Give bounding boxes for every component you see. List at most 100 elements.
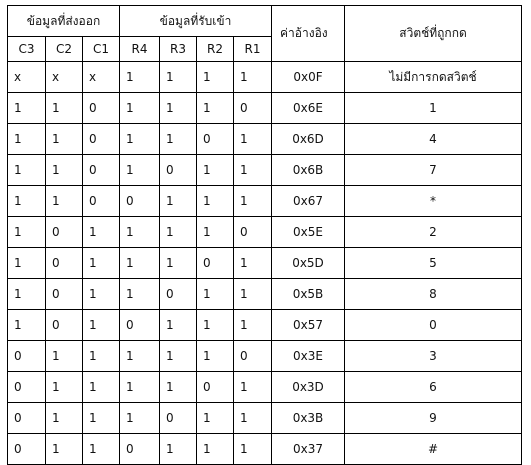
table-row: 0 1 1 1 1 0 1 0x3D 6 xyxy=(7,371,522,403)
cell-switch: 1 xyxy=(344,92,522,124)
cell-r1: 1 xyxy=(233,247,272,279)
cell-reference: 0x6D xyxy=(271,123,345,155)
cell-r2: 1 xyxy=(196,340,234,372)
cell-r2: 1 xyxy=(196,309,234,341)
table-row: 1 1 0 1 0 1 1 0x6B 7 xyxy=(7,154,522,186)
cell-c3: 1 xyxy=(7,247,46,279)
cell-reference: 0x6B xyxy=(271,154,345,186)
cell-reference: 0x3B xyxy=(271,402,345,434)
cell-r1: 0 xyxy=(233,340,272,372)
cell-r2: 1 xyxy=(196,278,234,310)
cell-switch: 8 xyxy=(344,278,522,310)
cell-reference: 0x0F xyxy=(271,61,345,93)
cell-switch: 3 xyxy=(344,340,522,372)
cell-r4: 1 xyxy=(119,247,160,279)
cell-switch: 6 xyxy=(344,371,522,403)
cell-r2: 1 xyxy=(196,185,234,217)
cell-r1: 1 xyxy=(233,402,272,434)
cell-c1: 1 xyxy=(82,402,120,434)
cell-c2: 0 xyxy=(45,247,83,279)
cell-r1: 0 xyxy=(233,92,272,124)
cell-reference: 0x3D xyxy=(271,371,345,403)
table-row: 1 1 0 0 1 1 1 0x67 * xyxy=(7,185,522,217)
cell-reference: 0x57 xyxy=(271,309,345,341)
column-header-c1: C1 xyxy=(82,36,120,62)
cell-r3: 1 xyxy=(159,340,197,372)
cell-reference: 0x6E xyxy=(271,92,345,124)
header-row-groups: ข้อมูลที่ส่งออก ข้อมูลที่รับเข้า ค่าอ้าง… xyxy=(7,5,522,62)
table-row: 0 1 1 1 1 1 0 0x3E 3 xyxy=(7,340,522,372)
cell-c2: 0 xyxy=(45,216,83,248)
cell-c3: 1 xyxy=(7,185,46,217)
cell-r3: 1 xyxy=(159,185,197,217)
column-header-c3: C3 xyxy=(7,36,46,62)
cell-c1: 0 xyxy=(82,123,120,155)
cell-r4: 0 xyxy=(119,433,160,465)
cell-r4: 1 xyxy=(119,340,160,372)
table-row: 0 1 1 0 1 1 1 0x37 # xyxy=(7,433,522,465)
cell-r4: 0 xyxy=(119,185,160,217)
cell-c1: 1 xyxy=(82,216,120,248)
cell-switch: 5 xyxy=(344,247,522,279)
cell-c3: 0 xyxy=(7,371,46,403)
cell-r2: 1 xyxy=(196,216,234,248)
cell-r4: 1 xyxy=(119,92,160,124)
column-header-r1: R1 xyxy=(233,36,272,62)
table-row: 1 0 1 1 1 1 0 0x5E 2 xyxy=(7,216,522,248)
cell-c1: 1 xyxy=(82,278,120,310)
cell-r2: 1 xyxy=(196,61,234,93)
cell-r1: 1 xyxy=(233,123,272,155)
cell-c3: 0 xyxy=(7,433,46,465)
cell-r3: 1 xyxy=(159,371,197,403)
cell-c1: 1 xyxy=(82,433,120,465)
cell-c3: 1 xyxy=(7,154,46,186)
cell-r3: 1 xyxy=(159,61,197,93)
cell-r3: 1 xyxy=(159,92,197,124)
keypad-mapping-table: ข้อมูลที่ส่งออก ข้อมูลที่รับเข้า ค่าอ้าง… xyxy=(7,5,522,465)
switch-pressed-header: สวิตช์ที่ถูกกด xyxy=(344,5,522,62)
cell-switch: 4 xyxy=(344,123,522,155)
cell-r1: 1 xyxy=(233,185,272,217)
table-row: 1 0 1 0 1 1 1 0x57 0 xyxy=(7,309,522,341)
cell-c3: 0 xyxy=(7,402,46,434)
cell-r4: 1 xyxy=(119,371,160,403)
cell-c1: 0 xyxy=(82,154,120,186)
cell-r3: 1 xyxy=(159,216,197,248)
cell-c3: 1 xyxy=(7,309,46,341)
cell-r1: 1 xyxy=(233,371,272,403)
cell-c1: 1 xyxy=(82,340,120,372)
reference-header: ค่าอ้างอิง xyxy=(271,5,345,62)
cell-reference: 0x5E xyxy=(271,216,345,248)
cell-r4: 1 xyxy=(119,61,160,93)
cell-switch: 2 xyxy=(344,216,522,248)
column-header-c2: C2 xyxy=(45,36,83,62)
cell-r2: 0 xyxy=(196,123,234,155)
cell-reference: 0x5D xyxy=(271,247,345,279)
cell-r1: 1 xyxy=(233,154,272,186)
cell-r3: 1 xyxy=(159,433,197,465)
cell-switch: # xyxy=(344,433,522,465)
cell-c3: 1 xyxy=(7,92,46,124)
cell-r3: 1 xyxy=(159,309,197,341)
table-row: 1 1 0 1 1 1 0 0x6E 1 xyxy=(7,92,522,124)
table-row: 1 0 1 1 0 1 1 0x5B 8 xyxy=(7,278,522,310)
cell-r2: 1 xyxy=(196,92,234,124)
cell-c3: 1 xyxy=(7,278,46,310)
cell-c2: 1 xyxy=(45,92,83,124)
cell-c2: 1 xyxy=(45,340,83,372)
cell-switch: 7 xyxy=(344,154,522,186)
cell-r1: 1 xyxy=(233,433,272,465)
cell-c3: 1 xyxy=(7,123,46,155)
cell-switch: * xyxy=(344,185,522,217)
cell-c2: x xyxy=(45,61,83,93)
cell-r3: 0 xyxy=(159,154,197,186)
column-header-r3: R3 xyxy=(159,36,197,62)
cell-switch: 0 xyxy=(344,309,522,341)
cell-reference: 0x5B xyxy=(271,278,345,310)
cell-r2: 1 xyxy=(196,154,234,186)
cell-c2: 1 xyxy=(45,402,83,434)
cell-c1: 1 xyxy=(82,309,120,341)
cell-r4: 1 xyxy=(119,402,160,434)
cell-c3: 1 xyxy=(7,216,46,248)
cell-c3: 0 xyxy=(7,340,46,372)
